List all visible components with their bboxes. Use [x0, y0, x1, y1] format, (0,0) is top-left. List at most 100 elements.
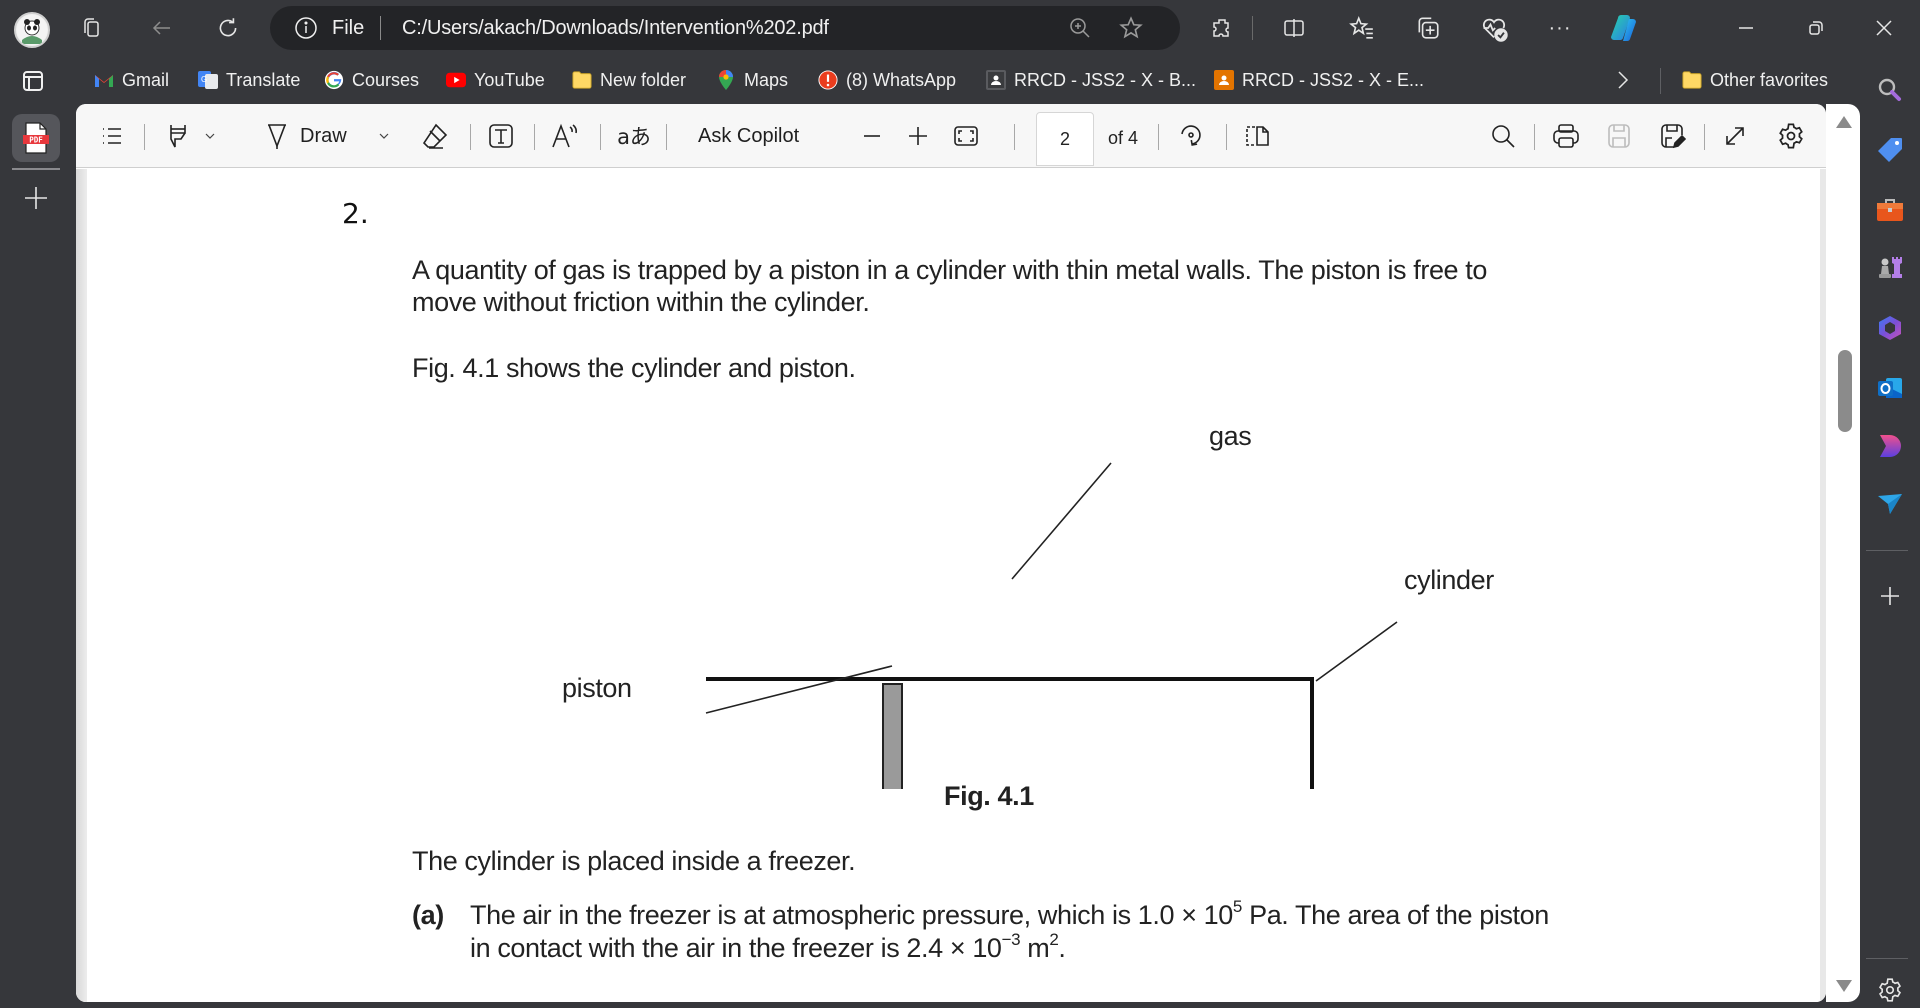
pdf-tab[interactable]: PDF — [12, 114, 60, 162]
back-arrow-icon[interactable] — [148, 14, 176, 42]
translate-icon: aあ — [617, 125, 651, 149]
scroll-up-arrow-icon[interactable] — [1836, 116, 1852, 128]
pdf-toolbar: Draw aあ Ask Copilot 2 of 4 — [76, 104, 1826, 168]
folder-icon — [1682, 70, 1702, 90]
part-a-line-2: in contact with the air in the freezer i… — [470, 931, 1066, 964]
microsoft-365-icon[interactable] — [1874, 312, 1906, 344]
favorite-label: (8) WhatsApp — [846, 69, 957, 90]
info-icon[interactable] — [294, 16, 318, 40]
favorite-translate[interactable]: G Translate — [198, 66, 300, 94]
scroll-down-arrow-icon[interactable] — [1836, 980, 1852, 992]
draw-dropdown-chevron-icon[interactable] — [374, 120, 394, 152]
minimize-icon[interactable] — [1732, 14, 1760, 42]
zoom-in-plus-icon[interactable] — [904, 120, 932, 152]
toolbar-separator — [1226, 124, 1227, 150]
add-text-icon[interactable] — [486, 120, 516, 152]
favorite-label: YouTube — [474, 69, 545, 90]
close-icon[interactable] — [1870, 14, 1898, 42]
designer-icon[interactable] — [1874, 430, 1906, 462]
search-icon[interactable] — [1488, 120, 1518, 152]
favorites-separator — [1660, 68, 1661, 94]
expand-icon[interactable] — [1720, 120, 1750, 152]
svg-text:G: G — [201, 75, 207, 84]
text-run: in contact with the air in the freezer i… — [470, 933, 1002, 963]
favorite-rrcd-e[interactable]: RRCD - JSS2 - X - E... — [1214, 66, 1424, 94]
restore-icon[interactable] — [1802, 14, 1830, 42]
other-favorites[interactable]: Other favorites — [1682, 66, 1828, 94]
tools-toolbox-icon[interactable] — [1874, 194, 1906, 226]
page-view-icon[interactable] — [1240, 120, 1274, 152]
favorite-courses[interactable]: Courses — [324, 66, 419, 94]
favorite-new-folder[interactable]: New folder — [572, 66, 686, 94]
maps-icon — [716, 70, 736, 90]
favorite-star-icon[interactable] — [1118, 15, 1144, 41]
text-run: . — [1058, 933, 1066, 963]
shopping-tag-icon[interactable] — [1874, 134, 1906, 166]
sidebar-add-plus-icon[interactable] — [1874, 580, 1906, 612]
collections-icon[interactable] — [1414, 14, 1442, 42]
games-chess-icon[interactable] — [1874, 252, 1906, 284]
svg-text:PDF: PDF — [29, 136, 43, 145]
sidebar-search-icon[interactable] — [1874, 74, 1906, 106]
favorite-maps[interactable]: Maps — [716, 66, 788, 94]
draw-pen-icon[interactable] — [262, 120, 292, 152]
print-icon[interactable] — [1550, 120, 1582, 152]
fit-to-page-icon[interactable] — [950, 120, 982, 152]
url-text[interactable]: C:/Users/akach/Downloads/Intervention%20… — [402, 17, 829, 40]
tab-actions-icon[interactable] — [78, 14, 106, 42]
save-as-icon[interactable] — [1658, 120, 1688, 152]
send-telegram-icon[interactable] — [1874, 488, 1906, 520]
figure-label-gas: gas — [1209, 421, 1252, 451]
scroll-thumb[interactable] — [1838, 350, 1852, 433]
folder-icon — [572, 70, 592, 90]
draw-button[interactable]: Draw — [300, 120, 347, 152]
piston-leader-line — [705, 665, 893, 714]
contents-list-icon[interactable] — [96, 120, 128, 152]
toolbar-separator — [600, 124, 601, 150]
zoom-out-minus-icon[interactable] — [858, 120, 886, 152]
part-a-label: (a) — [412, 900, 444, 930]
favorite-gmail[interactable]: Gmail — [94, 66, 169, 94]
split-screen-icon[interactable] — [1280, 14, 1308, 42]
address-bar[interactable]: File C:/Users/akach/Downloads/Interventi… — [270, 6, 1180, 50]
vertical-scrollbar[interactable] — [1826, 104, 1860, 1002]
ask-copilot-button[interactable]: Ask Copilot — [698, 120, 799, 152]
favorite-label: Gmail — [122, 69, 170, 90]
gmail-icon — [94, 70, 114, 90]
extensions-icon[interactable] — [1208, 14, 1236, 42]
address-separator — [380, 16, 381, 40]
new-tab-plus-icon[interactable] — [22, 184, 50, 212]
favorite-whatsapp[interactable]: (8) WhatsApp — [818, 66, 956, 94]
classroom-icon — [986, 70, 1006, 90]
zoom-in-icon[interactable] — [1068, 16, 1092, 40]
favorite-youtube[interactable]: YouTube — [446, 66, 545, 94]
toolbar-separator — [1704, 124, 1705, 150]
copilot-icon[interactable] — [1606, 10, 1642, 46]
highlight-icon[interactable] — [162, 120, 194, 152]
rotate-icon[interactable] — [1176, 120, 1206, 152]
refresh-icon[interactable] — [214, 14, 242, 42]
eraser-icon[interactable] — [420, 120, 450, 152]
save-icon[interactable] — [1604, 120, 1634, 152]
favorites-more-chevron-icon[interactable] — [1616, 66, 1630, 94]
sidebar-separator — [1866, 550, 1908, 551]
page-number-input[interactable]: 2 — [1036, 112, 1094, 166]
vertical-tabs-icon[interactable] — [22, 70, 44, 92]
translate-button[interactable]: aあ — [616, 120, 652, 152]
gas-leader-line — [1011, 462, 1112, 580]
browser-essentials-icon[interactable] — [1480, 14, 1508, 42]
outlook-icon[interactable] — [1874, 372, 1906, 404]
settings-gear-icon[interactable] — [1776, 120, 1806, 152]
favorites-icon[interactable] — [1348, 14, 1376, 42]
classroom-icon — [1214, 70, 1234, 90]
title-bar: File C:/Users/akach/Downloads/Interventi… — [0, 0, 1920, 56]
more-icon[interactable]: ··· — [1546, 14, 1574, 42]
favorite-label: New folder — [600, 69, 687, 90]
highlight-dropdown-chevron-icon[interactable] — [200, 120, 220, 152]
favorite-label: Courses — [352, 69, 420, 90]
superscript: 5 — [1232, 897, 1242, 916]
ask-copilot-label: Ask Copilot — [698, 124, 800, 147]
favorite-rrcd-b[interactable]: RRCD - JSS2 - X - B... — [986, 66, 1196, 94]
profile-avatar[interactable] — [14, 12, 50, 48]
read-aloud-icon[interactable] — [548, 120, 582, 152]
